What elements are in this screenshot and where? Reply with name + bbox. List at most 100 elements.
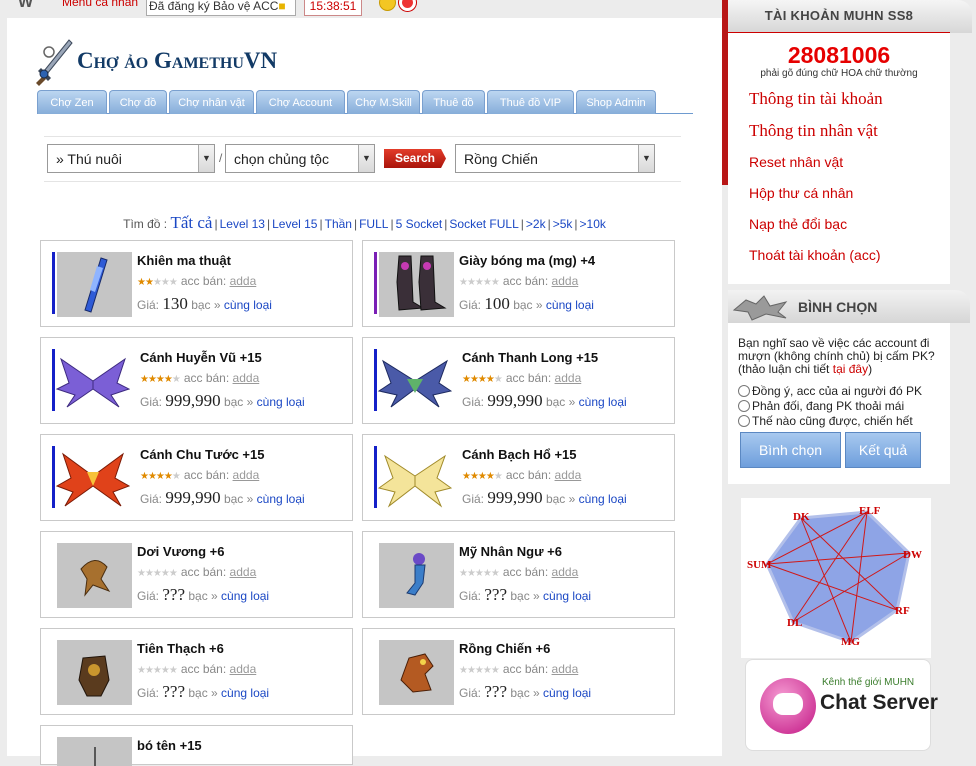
reset-character-link[interactable]: Reset nhân vật [749, 154, 843, 170]
item-name[interactable]: Tiên Thạch +6 [137, 641, 224, 656]
item-thumbnail[interactable] [377, 349, 452, 414]
personal-menu-link[interactable]: Menu cá nhân [62, 0, 138, 9]
radio-button[interactable] [738, 400, 750, 412]
seller-link[interactable]: adda [233, 468, 260, 482]
same-type-link[interactable]: cùng loại [224, 298, 272, 312]
filter-socketfull-link[interactable]: Socket FULL [449, 217, 518, 231]
item-name[interactable]: Cánh Thanh Long +15 [462, 350, 598, 365]
filter-than-link[interactable]: Thần [325, 217, 352, 231]
tab-cho-do[interactable]: Chợ đồ [109, 90, 167, 114]
item-thumbnail[interactable] [57, 252, 132, 317]
item-name[interactable]: Mỹ Nhân Ngư +6 [459, 544, 562, 559]
item-card[interactable]: Cánh Thanh Long +15 ★★★★★ acc bán: adda G… [362, 337, 675, 424]
item-thumbnail[interactable] [377, 446, 452, 511]
same-type-link[interactable]: cùng loại [221, 589, 269, 603]
race-select[interactable]: chọn chủng tộc ▼ [225, 144, 375, 173]
seller-link[interactable]: adda [230, 565, 257, 579]
item-card[interactable]: Dơi Vương +6 ★★★★★ acc bán: adda Giá: ???… [40, 531, 353, 618]
filter-2k-link[interactable]: >2k [526, 217, 546, 231]
item-card[interactable]: Cánh Huyễn Vũ +15 ★★★★★ acc bán: adda Giá… [40, 337, 353, 424]
item-card[interactable]: Tiên Thạch +6 ★★★★★ acc bán: adda Giá: ??… [40, 628, 353, 715]
item-thumbnail[interactable] [57, 737, 132, 766]
item-card[interactable]: Cánh Chu Tước +15 ★★★★★ acc bán: adda Giá… [40, 434, 353, 521]
tab-cho-mskill[interactable]: Chợ M.Skill [347, 90, 420, 114]
results-button[interactable]: Kết quả [845, 432, 921, 468]
seller-link[interactable]: adda [230, 274, 257, 288]
item-name[interactable]: Cánh Bạch Hổ +15 [462, 447, 577, 462]
item-thumbnail[interactable] [57, 640, 132, 705]
item-name[interactable]: Khiên ma thuật [137, 253, 231, 268]
filter-5k-link[interactable]: >5k [553, 217, 573, 231]
filter-level13-link[interactable]: Level 13 [220, 217, 265, 231]
target-icon[interactable] [399, 0, 416, 11]
seller-link[interactable]: adda [230, 662, 257, 676]
account-info-link[interactable]: Thông tin tài khoản [749, 89, 883, 109]
category-select[interactable]: » Thú nuôi ▼ [47, 144, 215, 173]
poll-option[interactable]: Phản đối, đang PK thoải mái [738, 399, 904, 413]
same-type-link[interactable]: cùng loại [543, 686, 591, 700]
same-type-link[interactable]: cùng loại [543, 589, 591, 603]
poll-option[interactable]: Thế nào cũng được, chiến hết [738, 414, 913, 428]
logout-link[interactable]: Thoát tài khoản (acc) [749, 247, 881, 263]
currency-label: bạc [188, 686, 208, 700]
chat-server-banner[interactable]: Kênh thế giới MUHN Chat Server [745, 659, 938, 751]
seller-link[interactable]: adda [552, 662, 579, 676]
discussion-link[interactable]: tại đây [833, 362, 868, 376]
tab-shop-admin[interactable]: Shop Admin [576, 90, 656, 114]
item-select[interactable]: Rồng Chiến ▼ [455, 144, 655, 173]
class-relation-diagram[interactable]: DK ELF DW RF MG DL SUM [741, 498, 931, 658]
same-type-link[interactable]: cùng loại [257, 492, 305, 506]
seller-link[interactable]: adda [555, 371, 582, 385]
item-name[interactable]: Dơi Vương +6 [137, 544, 225, 559]
same-type-link[interactable]: cùng loại [257, 395, 305, 409]
filter-level15-link[interactable]: Level 15 [272, 217, 317, 231]
item-name[interactable]: Cánh Chu Tước +15 [140, 447, 264, 462]
item-name[interactable]: Giày bóng ma (mg) +4 [459, 253, 595, 268]
search-button[interactable]: Search [384, 149, 446, 168]
seller-link[interactable]: adda [555, 468, 582, 482]
vote-button[interactable]: Bình chọn [740, 432, 841, 468]
poll-option[interactable]: Đồng ý, acc của ai người đó PK [738, 384, 922, 398]
item-card[interactable]: Giày bóng ma (mg) +4 ★★★★★ acc bán: adda … [362, 240, 675, 327]
item-name[interactable]: Rồng Chiến +6 [459, 641, 550, 656]
price-label: Giá: [137, 589, 160, 603]
item-card[interactable]: bó tên +15 [40, 725, 353, 766]
radio-button[interactable] [738, 415, 750, 427]
tab-thue-do[interactable]: Thuê đồ [422, 90, 485, 114]
item-thumbnail[interactable] [55, 446, 130, 511]
filter-all-link[interactable]: Tất cả [170, 213, 212, 232]
same-type-link[interactable]: cùng loại [579, 492, 627, 506]
topup-link[interactable]: Nạp thẻ đổi bạc [749, 216, 847, 232]
same-type-link[interactable]: cùng loại [221, 686, 269, 700]
item-thumbnail[interactable] [55, 349, 130, 414]
item-name[interactable]: Cánh Huyễn Vũ +15 [140, 350, 262, 365]
tab-cho-account[interactable]: Chợ Account [256, 90, 345, 114]
tab-thue-do-vip[interactable]: Thuê đồ VIP [487, 90, 574, 114]
same-type-link[interactable]: cùng loại [546, 298, 594, 312]
item-card[interactable]: Khiên ma thuật ★★★★★ acc bán: adda Giá: 1… [40, 240, 353, 327]
filter-full-link[interactable]: FULL [359, 217, 388, 231]
seller-link[interactable]: adda [552, 565, 579, 579]
tab-cho-zen[interactable]: Chợ Zen [37, 90, 107, 114]
item-name[interactable]: bó tên +15 [137, 738, 202, 753]
filter-10k-link[interactable]: >10k [580, 217, 606, 231]
tab-cho-nhan-vat[interactable]: Chợ nhân vật [169, 90, 254, 114]
site-logo[interactable]: W [18, 0, 33, 12]
smiley-icon[interactable] [379, 0, 396, 11]
item-card[interactable]: Rồng Chiến +6 ★★★★★ acc bán: adda Giá: ??… [362, 628, 675, 715]
item-thumbnail[interactable] [379, 640, 454, 705]
item-thumbnail[interactable] [57, 543, 132, 608]
seller-link[interactable]: adda [233, 371, 260, 385]
rating-stars: ★★★★★ [459, 568, 500, 579]
item-card[interactable]: Mỹ Nhân Ngư +6 ★★★★★ acc bán: adda Giá: ?… [362, 531, 675, 618]
radio-button[interactable] [738, 385, 750, 397]
seller-link[interactable]: adda [552, 274, 579, 288]
item-card[interactable]: Cánh Bạch Hổ +15 ★★★★★ acc bán: adda Giá:… [362, 434, 675, 521]
same-type-link[interactable]: cùng loại [579, 395, 627, 409]
item-thumbnail[interactable] [379, 543, 454, 608]
inbox-link[interactable]: Hộp thư cá nhân [749, 185, 853, 201]
item-price: Giá: 999,990 bạc » cùng loại [462, 488, 627, 507]
filter-5socket-link[interactable]: 5 Socket [396, 217, 443, 231]
item-thumbnail[interactable] [379, 252, 454, 317]
character-info-link[interactable]: Thông tin nhân vật [749, 121, 878, 141]
